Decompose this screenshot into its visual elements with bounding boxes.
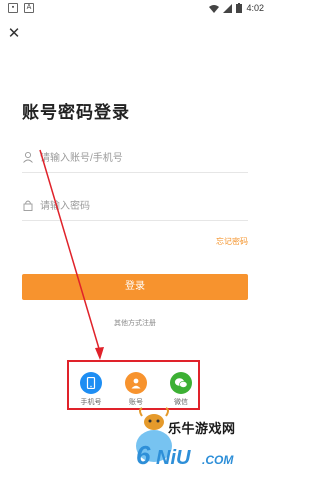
account-input[interactable] <box>40 147 240 169</box>
person-icon <box>125 372 147 394</box>
status-bar: ▪ A 4:02 <box>0 0 270 18</box>
wechat-icon <box>170 372 192 394</box>
login-button[interactable]: 登录 <box>22 274 248 300</box>
phone-icon <box>80 372 102 394</box>
page-title: 账号密码登录 <box>22 103 130 122</box>
svg-text:.COM: .COM <box>202 453 234 467</box>
password-input[interactable] <box>40 195 240 217</box>
notification-badge-icon: ▪ <box>8 3 18 13</box>
signal-icon <box>223 3 233 13</box>
password-field <box>22 193 248 221</box>
lock-icon <box>23 200 33 211</box>
close-icon[interactable]: ✕ <box>6 26 22 42</box>
register-phone-label: 手机号 <box>80 399 102 406</box>
register-phone-option[interactable]: 手机号 <box>76 372 106 407</box>
forgot-password-link[interactable]: 忘记密码 <box>216 236 248 247</box>
svg-text:6: 6 <box>136 440 151 470</box>
user-icon <box>23 151 33 163</box>
watermark-text: 乐牛游戏网 <box>168 421 236 436</box>
status-right-icons: 4:02 <box>209 3 264 13</box>
a-badge-icon: A <box>24 3 34 13</box>
wifi-icon <box>209 4 220 13</box>
battery-icon <box>236 3 243 13</box>
watermark-logo: 6 NiU .COM <box>136 407 234 470</box>
status-time: 4:02 <box>246 3 264 13</box>
status-left-icons: ▪ A <box>8 3 34 13</box>
account-field <box>22 145 248 173</box>
other-methods-label: 其他方式注册 <box>114 320 156 327</box>
svg-text:NiU: NiU <box>156 447 191 469</box>
